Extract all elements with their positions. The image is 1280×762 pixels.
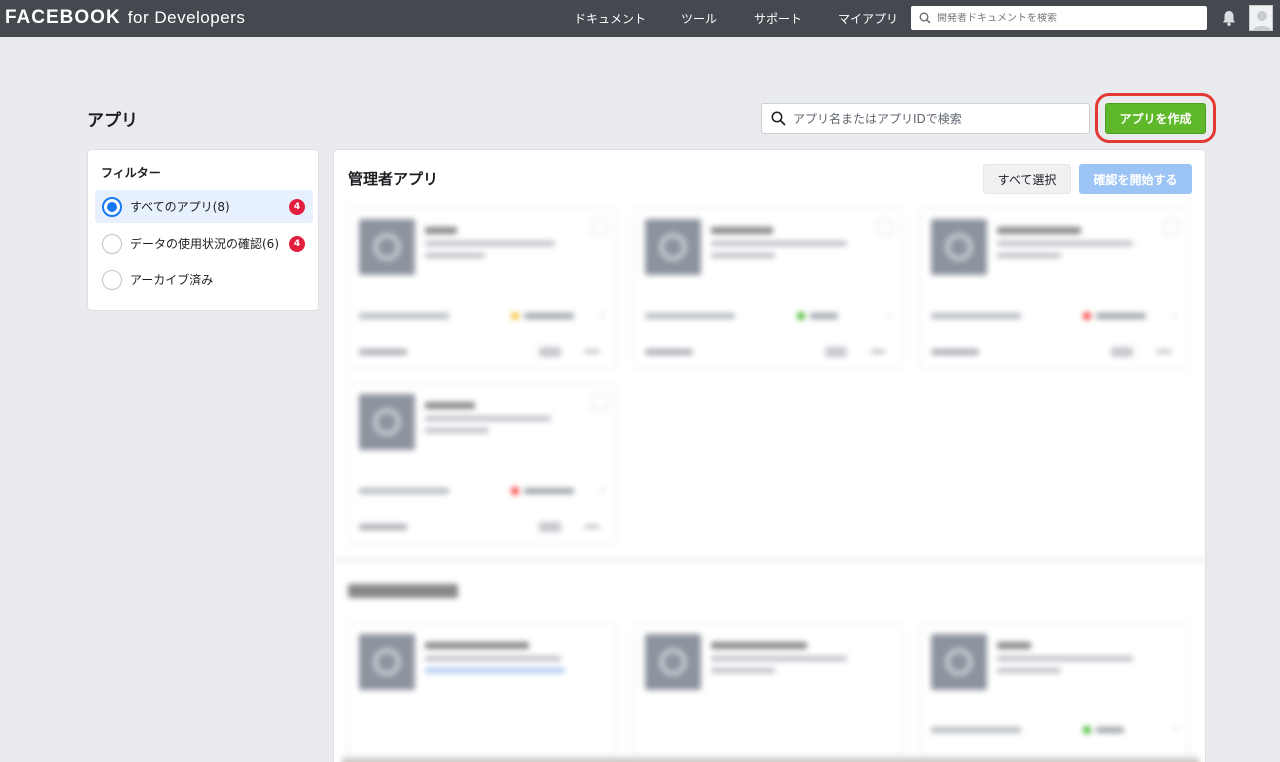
filter-item-data-use-checkup[interactable]: データの使用状況の確認(6) 4 bbox=[95, 227, 313, 260]
app-card[interactable]: › bbox=[920, 623, 1188, 762]
filter-item-archived[interactable]: アーカイブ済み bbox=[95, 263, 313, 296]
app-icon bbox=[359, 634, 415, 690]
app-icon bbox=[645, 634, 701, 690]
app-icon bbox=[645, 219, 701, 275]
app-card[interactable] bbox=[634, 623, 902, 762]
logo-sub-text: for Developers bbox=[127, 8, 246, 27]
radio-unselected-icon[interactable] bbox=[102, 233, 122, 254]
filter-item-label: データの使用状況の確認(6) bbox=[130, 237, 279, 251]
count-badge: 4 bbox=[289, 199, 305, 215]
app-icon bbox=[359, 394, 415, 450]
page-title: アプリ bbox=[87, 111, 138, 131]
apps-main-panel: 管理者アプリ すべて選択 確認を開始する › › › › › bbox=[333, 149, 1206, 762]
notification-bell-icon[interactable] bbox=[1220, 9, 1238, 27]
app-icon bbox=[359, 219, 415, 275]
filter-title: フィルター bbox=[101, 166, 161, 180]
nav-link-my-apps[interactable]: マイアプリ bbox=[838, 10, 898, 27]
nav-link-support[interactable]: サポート bbox=[754, 10, 802, 27]
filter-item-label: アーカイブ済み bbox=[130, 273, 214, 287]
app-icon bbox=[931, 634, 987, 690]
create-app-button[interactable]: アプリを作成 bbox=[1105, 103, 1206, 134]
nav-link-docs[interactable]: ドキュメント bbox=[574, 10, 646, 27]
nav-link-tools[interactable]: ツール bbox=[681, 10, 717, 27]
select-checkbox[interactable] bbox=[591, 394, 607, 410]
select-checkbox[interactable] bbox=[591, 219, 607, 235]
top-navigation-bar: FACEBOOK for Developers ドキュメント ツール サポート … bbox=[0, 0, 1280, 37]
select-checkbox[interactable] bbox=[877, 219, 893, 235]
radio-selected-icon[interactable] bbox=[102, 196, 122, 217]
filter-panel: フィルター すべてのアプリ(8) 4 データの使用状況の確認(6) 4 アーカイ… bbox=[87, 149, 319, 311]
filter-item-label: すべてのアプリ(8) bbox=[130, 200, 230, 214]
docs-search-box[interactable] bbox=[911, 6, 1207, 30]
app-card[interactable] bbox=[348, 623, 616, 762]
search-icon bbox=[919, 12, 931, 24]
avatar-silhouette-icon bbox=[1250, 6, 1272, 30]
user-avatar[interactable] bbox=[1249, 5, 1273, 31]
app-icon bbox=[931, 219, 987, 275]
app-search-box[interactable] bbox=[761, 103, 1090, 134]
count-badge: 4 bbox=[289, 236, 305, 252]
docs-search-input[interactable] bbox=[937, 12, 1187, 24]
blurred-app-list: › › › › › bbox=[334, 150, 1205, 762]
select-checkbox[interactable] bbox=[1163, 219, 1179, 235]
facebook-developers-logo[interactable]: FACEBOOK for Developers bbox=[5, 7, 245, 29]
app-search-input[interactable] bbox=[793, 111, 1073, 126]
app-card[interactable]: › bbox=[348, 208, 616, 369]
filter-item-all-apps[interactable]: すべてのアプリ(8) 4 bbox=[95, 190, 313, 223]
radio-unselected-icon[interactable] bbox=[102, 269, 122, 290]
app-card[interactable]: › bbox=[920, 208, 1188, 369]
logo-main-text: FACEBOOK bbox=[5, 7, 121, 28]
app-card[interactable]: › bbox=[348, 383, 616, 544]
search-icon bbox=[771, 111, 786, 126]
app-card[interactable]: › bbox=[634, 208, 902, 369]
